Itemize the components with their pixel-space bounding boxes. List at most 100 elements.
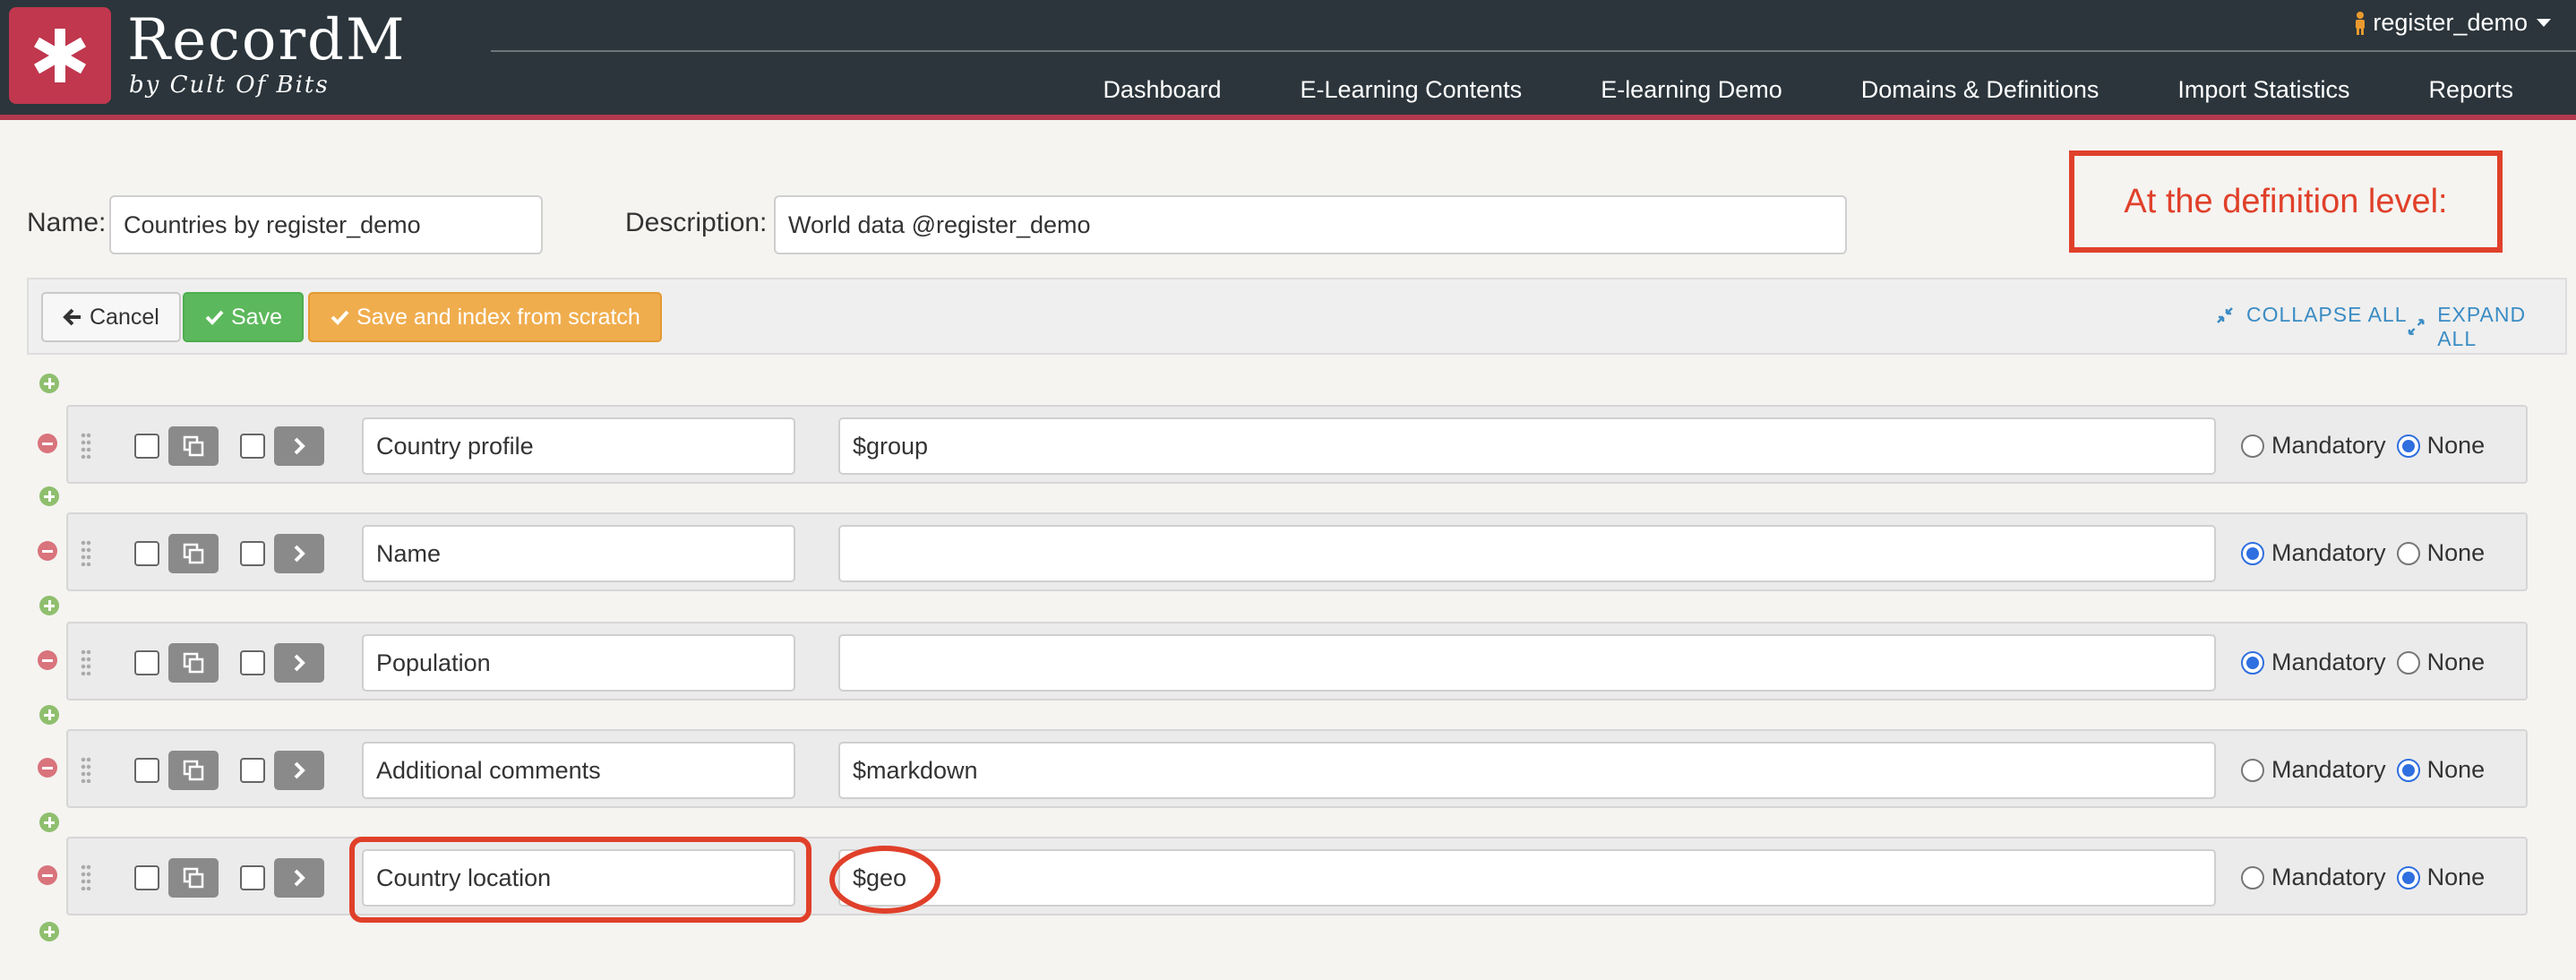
expand-field-button[interactable] [274, 643, 324, 683]
none-label: None [2426, 649, 2486, 675]
navbar-accent-stripe [0, 115, 2576, 120]
expand-field-button[interactable] [274, 751, 324, 790]
mandatory-radio[interactable] [2241, 758, 2264, 782]
expand-field-button[interactable] [274, 534, 324, 573]
field-description-input[interactable]: $geo [838, 849, 2216, 907]
save-and-index-button[interactable]: Save and index from scratch [308, 292, 662, 342]
remove-field-icon[interactable] [38, 865, 57, 885]
duplicate-button[interactable] [168, 751, 219, 790]
mandatory-radio[interactable] [2241, 434, 2264, 458]
field-name-input[interactable]: Country profile [362, 417, 795, 475]
chevron-down-icon [2537, 19, 2551, 27]
duplicate-button[interactable] [168, 534, 219, 573]
main-nav: Dashboard E-Learning Contents E-learning… [1063, 72, 2576, 107]
user-menu[interactable]: register_demo [2353, 9, 2551, 37]
chevron-right-icon [294, 654, 305, 672]
field-option-checkbox[interactable] [240, 650, 265, 675]
nav-e-learning-contents[interactable]: E-Learning Contents [1261, 72, 1562, 107]
copy-icon [183, 652, 204, 674]
expand-field-button[interactable] [274, 426, 324, 466]
field-row: Name Mandatory None [66, 512, 2528, 591]
expand-all-label: EXPAND ALL [2437, 303, 2527, 350]
field-select-checkbox[interactable] [134, 434, 159, 459]
remove-field-icon[interactable] [38, 434, 57, 453]
asterisk-icon [34, 29, 86, 82]
annotation-highlight-field-name [349, 837, 811, 923]
name-label: Name: [27, 208, 107, 237]
add-field-icon[interactable] [39, 812, 59, 832]
collapse-all-label: COLLAPSE ALL [2246, 303, 2408, 326]
field-option-checkbox[interactable] [240, 865, 265, 890]
field-requirement: Mandatory None [2241, 539, 2485, 567]
field-option-checkbox[interactable] [240, 434, 265, 459]
mandatory-radio[interactable] [2241, 865, 2264, 890]
mandatory-radio[interactable] [2241, 650, 2264, 675]
drag-handle-icon[interactable] [81, 864, 91, 890]
copy-icon [183, 867, 204, 889]
drag-handle-icon[interactable] [81, 539, 91, 566]
add-field-icon[interactable] [39, 374, 59, 393]
field-select-checkbox[interactable] [134, 650, 159, 675]
field-name-input[interactable]: Name [362, 525, 795, 582]
cancel-label: Cancel [90, 304, 159, 330]
drag-handle-icon[interactable] [81, 649, 91, 675]
cancel-button[interactable]: Cancel [41, 292, 181, 342]
duplicate-button[interactable] [168, 643, 219, 683]
brand-subtitle: by Cult Of Bits [129, 72, 330, 99]
field-select-checkbox[interactable] [134, 758, 159, 783]
collapse-icon [2217, 306, 2233, 323]
duplicate-button[interactable] [168, 858, 219, 898]
mandatory-label: Mandatory [2271, 756, 2386, 783]
name-input[interactable]: Countries by register_demo [109, 195, 543, 254]
field-name-input[interactable]: Population [362, 634, 795, 692]
field-select-checkbox[interactable] [134, 541, 159, 566]
field-description-input[interactable]: $group [838, 417, 2216, 475]
add-field-icon[interactable] [39, 922, 59, 941]
remove-field-icon[interactable] [38, 758, 57, 778]
field-row: Population Mandatory None [66, 622, 2528, 701]
save-button[interactable]: Save [183, 292, 304, 342]
field-select-checkbox[interactable] [134, 865, 159, 890]
nav-e-learning-demo[interactable]: E-learning Demo [1561, 72, 1822, 107]
none-label: None [2426, 756, 2486, 783]
chevron-right-icon [294, 545, 305, 563]
none-label: None [2426, 864, 2486, 890]
nav-domains-definitions[interactable]: Domains & Definitions [1822, 72, 2139, 107]
check-icon [205, 310, 224, 325]
add-field-icon[interactable] [39, 486, 59, 506]
chevron-right-icon [294, 761, 305, 779]
duplicate-button[interactable] [168, 426, 219, 466]
remove-field-icon[interactable] [38, 541, 57, 561]
none-radio[interactable] [2396, 758, 2420, 782]
field-description-input[interactable] [838, 634, 2216, 692]
nav-import-statistics[interactable]: Import Statistics [2138, 72, 2389, 107]
field-name-input[interactable]: Additional comments [362, 742, 795, 799]
description-input[interactable]: World data @register_demo [774, 195, 1847, 254]
add-field-icon[interactable] [39, 596, 59, 615]
field-option-checkbox[interactable] [240, 541, 265, 566]
field-description-input[interactable] [838, 525, 2216, 582]
drag-handle-icon[interactable] [81, 432, 91, 459]
field-description-input[interactable]: $markdown [838, 742, 2216, 799]
user-name: register_demo [2373, 9, 2528, 36]
none-radio[interactable] [2396, 434, 2420, 458]
none-radio[interactable] [2396, 865, 2420, 890]
field-option-checkbox[interactable] [240, 758, 265, 783]
definition-toolbar: Cancel Save Save and index from scratch … [27, 278, 2567, 355]
nav-reports[interactable]: Reports [2389, 72, 2576, 107]
app-logo[interactable] [9, 7, 111, 104]
check-icon [331, 310, 349, 325]
none-radio[interactable] [2396, 650, 2420, 675]
drag-handle-icon[interactable] [81, 756, 91, 783]
field-row: Additional comments $markdown Mandatory … [66, 729, 2528, 808]
expand-all-link[interactable]: EXPAND ALL [2408, 303, 2565, 351]
remove-field-icon[interactable] [38, 650, 57, 670]
add-field-icon[interactable] [39, 705, 59, 725]
none-radio[interactable] [2396, 541, 2420, 565]
collapse-all-link[interactable]: COLLAPSE ALL [2216, 303, 2408, 327]
mandatory-radio[interactable] [2241, 541, 2264, 565]
mandatory-label: Mandatory [2271, 864, 2386, 890]
expand-field-button[interactable] [274, 858, 324, 898]
copy-icon [183, 435, 204, 457]
nav-dashboard[interactable]: Dashboard [1063, 72, 1260, 107]
